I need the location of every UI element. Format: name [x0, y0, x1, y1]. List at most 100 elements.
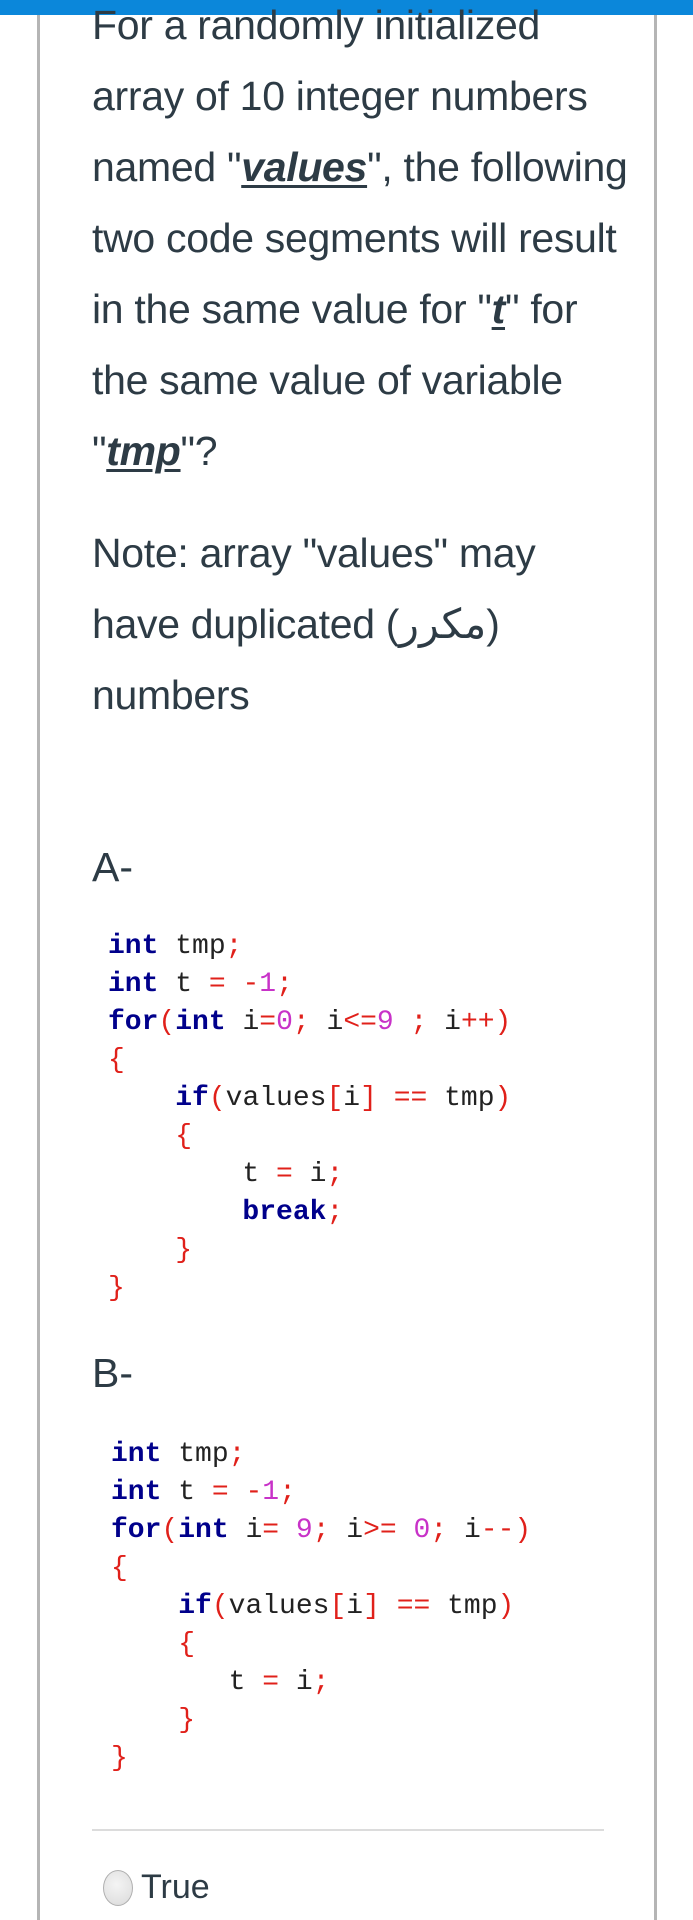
code-token: for [108, 1007, 159, 1038]
emphasis-t: t [491, 286, 506, 332]
code-line: { [111, 1626, 531, 1664]
code-token: int [108, 931, 159, 962]
code-token: { [111, 1553, 128, 1584]
code-segment-b: int tmp; int t = -1; for(int i= 9; i>= 0; … [111, 1436, 531, 1778]
code-token: --) [480, 1515, 532, 1546]
code-token: t [158, 969, 209, 1000]
code-line: } [108, 1232, 511, 1270]
code-segment-a: int tmp; int t = -1; for(int i=0; i<=9 ; i… [108, 928, 511, 1308]
code-token: i [447, 1515, 481, 1546]
code-token: ) [494, 1083, 512, 1114]
code-token: int [111, 1439, 162, 1470]
code-line: int tmp; [111, 1436, 531, 1474]
code-line: if(values[i] == tmp) [111, 1588, 531, 1626]
code-token: values [225, 1083, 327, 1114]
code-token: 9 [295, 1515, 313, 1546]
code-token: ( [208, 1083, 226, 1114]
code-token: i [346, 1591, 364, 1622]
code-line: int tmp; [108, 928, 511, 966]
answer-option-true[interactable]: True [103, 1868, 210, 1907]
code-token: ; [326, 1197, 344, 1228]
code-token: i [329, 1515, 364, 1546]
question-card: For a randomly initialized array of 10 i… [37, 2, 657, 1920]
code-token: = [276, 1159, 293, 1190]
code-token: >= [363, 1515, 414, 1546]
code-token: int [111, 1477, 162, 1508]
question-prompt: For a randomly initialized array of 10 i… [92, 0, 632, 487]
code-token: } [178, 1705, 196, 1736]
code-line: int t = -1; [111, 1474, 531, 1512]
code-token: } [108, 1273, 125, 1304]
answer-label: True [141, 1868, 210, 1906]
code-token: if [178, 1591, 212, 1622]
code-token: 0 [276, 1007, 293, 1038]
code-token: for [111, 1515, 162, 1546]
code-token: ) [497, 1591, 515, 1622]
code-token: ; [326, 1159, 344, 1190]
code-token: t [108, 1159, 277, 1190]
code-token: = [262, 1515, 296, 1546]
code-token: ; [292, 1007, 310, 1038]
code-token: i [309, 1007, 344, 1038]
code-token: i [343, 1083, 361, 1114]
code-token: ( [161, 1515, 179, 1546]
emphasis-tmp: tmp [106, 428, 181, 474]
code-token: ; [393, 1007, 428, 1038]
code-token: ; [430, 1515, 448, 1546]
code-line: { [108, 1118, 511, 1156]
code-token: } [111, 1743, 128, 1774]
code-token: == [396, 1591, 431, 1622]
segment-a-label: A- [92, 844, 133, 890]
code-line: } [111, 1740, 531, 1778]
code-token: = [262, 1667, 280, 1698]
code-token: { [175, 1121, 193, 1152]
code-token: i [292, 1159, 327, 1190]
question-text: For a randomly initialized array of 10 i… [92, 0, 632, 731]
code-token: } [175, 1235, 193, 1266]
code-token: tmp [427, 1083, 495, 1114]
code-line: t = i; [111, 1664, 531, 1702]
code-line: int t = -1; [108, 966, 511, 1004]
code-token: ; [225, 931, 243, 962]
code-token: tmp [161, 1439, 229, 1470]
code-token: ; [279, 1477, 296, 1508]
code-token: [ [329, 1591, 347, 1622]
code-token: ; [228, 1439, 246, 1470]
code-line: { [111, 1550, 531, 1588]
code-token: i [279, 1667, 313, 1698]
code-token: if [175, 1083, 209, 1114]
answers-divider [92, 1829, 604, 1831]
code-line: } [111, 1702, 531, 1740]
code-token: ; [312, 1667, 330, 1698]
code-token: = - [208, 969, 260, 1000]
code-token: [ [326, 1083, 344, 1114]
code-token: ( [158, 1007, 176, 1038]
code-token: i [225, 1007, 260, 1038]
code-line: { [108, 1042, 511, 1080]
code-line: if(values[i] == tmp) [108, 1080, 511, 1118]
code-token: i [427, 1007, 461, 1038]
radio-button-icon[interactable] [103, 1869, 133, 1906]
code-token: = - [211, 1477, 263, 1508]
segment-b-label: B- [92, 1350, 133, 1396]
code-token: tmp [430, 1591, 498, 1622]
code-line: for(int i=0; i<=9 ; i++) [108, 1004, 511, 1042]
code-token: 0 [413, 1515, 431, 1546]
code-token: 1 [259, 969, 277, 1000]
emphasis-values: values [241, 144, 368, 190]
code-token: <= [343, 1007, 377, 1038]
code-line: for(int i= 9; i>= 0; i--) [111, 1512, 531, 1550]
code-token: ; [312, 1515, 330, 1546]
code-line: t = i; [108, 1156, 511, 1194]
code-token: break [242, 1197, 327, 1228]
code-token: ] [363, 1591, 380, 1622]
code-token: { [108, 1045, 125, 1076]
code-token: int [108, 969, 159, 1000]
